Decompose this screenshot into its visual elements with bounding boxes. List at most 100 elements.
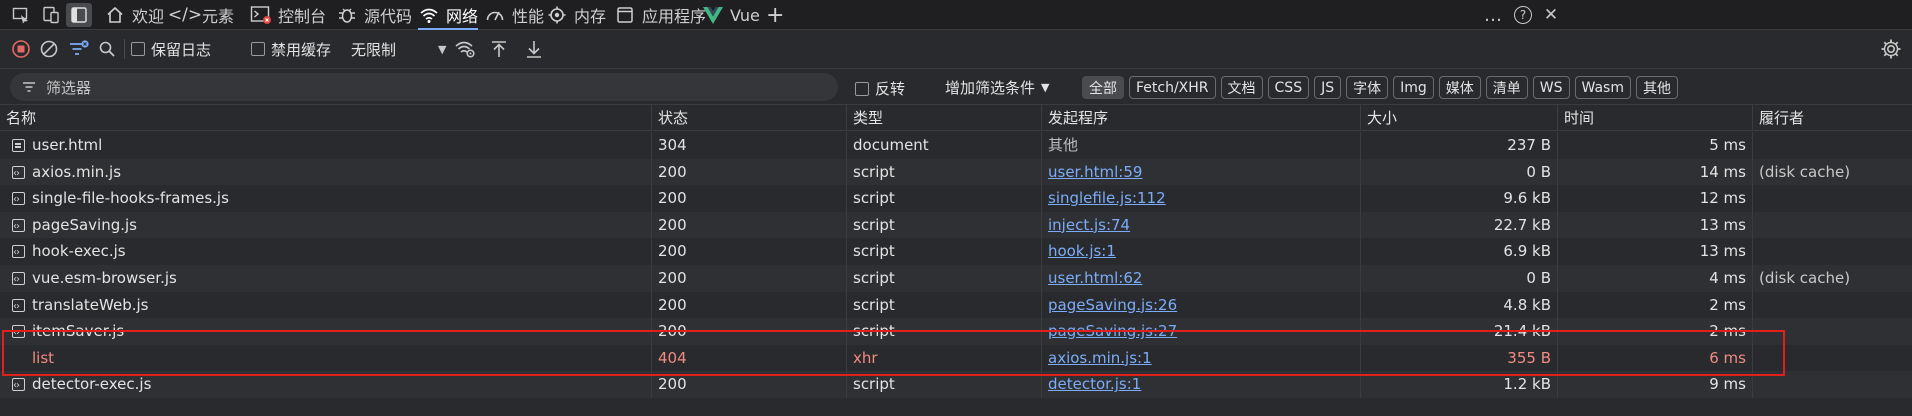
cell-size: 0 B	[1361, 158, 1558, 186]
cell-initiator[interactable]: user.html:62	[1042, 265, 1361, 292]
clear-button[interactable]	[39, 38, 59, 60]
search-button[interactable]	[98, 38, 116, 60]
table-row[interactable]: vue.esm-browser.js 200scriptuser.html:620…	[0, 265, 1912, 292]
filter-chip[interactable]: CSS	[1267, 76, 1310, 99]
tab-sources[interactable]: 源代码	[336, 0, 412, 30]
table-row[interactable]: axios.min.js 200scriptuser.html:590 B14 m…	[0, 158, 1912, 186]
dock-side-icon[interactable]	[66, 3, 92, 27]
column-header-initiator[interactable]: 发起程序	[1042, 105, 1361, 131]
cell-fulfilled: (disk cache)	[1759, 162, 1851, 181]
filter-chip[interactable]: 字体	[1346, 76, 1389, 99]
request-name: user.html	[32, 136, 103, 154]
network-settings-button[interactable]	[1880, 38, 1902, 60]
tab-application[interactable]: 应用程序	[614, 0, 706, 30]
request-name: translateWeb.js	[32, 295, 149, 314]
disable-cache-label: 禁用缓存	[271, 40, 332, 59]
cell-size: 1.2 kB	[1361, 371, 1558, 398]
column-header-status[interactable]: 状态	[652, 105, 847, 131]
filter-chip[interactable]: Fetch/XHR	[1129, 76, 1216, 99]
table-row[interactable]: itemSaver.js 200scriptpageSaving.js:2721.…	[0, 318, 1912, 345]
cell-type: script	[847, 238, 1042, 265]
cell-size: 21.4 kB	[1361, 318, 1558, 345]
throttling-select[interactable]: 无限制 ▼	[351, 38, 446, 60]
filter-chip[interactable]: 清单	[1485, 76, 1528, 99]
network-conditions-button[interactable]	[454, 38, 476, 60]
inspect-element-icon[interactable]	[8, 3, 34, 27]
tab-vue[interactable]: Vue	[702, 0, 760, 30]
disable-cache-checkbox[interactable]: 禁用缓存	[251, 38, 331, 60]
column-header-fulfilled-by[interactable]: 履行者	[1753, 105, 1912, 131]
cell-initiator[interactable]: axios.min.js:1	[1042, 344, 1361, 372]
cell-time: 13 ms	[1558, 238, 1753, 265]
filter-chip[interactable]: 文档	[1220, 76, 1263, 99]
tab-memory[interactable]: 内存	[546, 0, 606, 30]
filter-chip[interactable]: 全部	[1082, 76, 1124, 99]
table-row[interactable]: detector-exec.js 200scriptdetector.js:11.…	[0, 371, 1912, 398]
network-requests-table: 名称 状态 类型 发起程序 大小 时间 履行者 user.html 304 docu…	[0, 105, 1912, 416]
device-toolbar-icon[interactable]	[38, 3, 64, 27]
script-file-icon	[12, 373, 25, 398]
table-row[interactable]: list 404 xhr axios.min.js:1 355 B6 ms	[0, 344, 1912, 372]
filter-chip[interactable]: WS	[1532, 76, 1570, 99]
filter-chip[interactable]: JS	[1314, 76, 1342, 99]
invert-checkbox[interactable]: 反转	[855, 78, 905, 99]
cell-time: 5 ms	[1558, 132, 1753, 159]
tab-label: 欢迎	[132, 7, 165, 26]
home-icon	[104, 4, 126, 26]
cell-name: translateWeb.js	[0, 291, 652, 319]
filter-chip[interactable]: Img	[1393, 76, 1434, 99]
cell-initiator[interactable]: detector.js:1	[1042, 371, 1361, 398]
filter-chip[interactable]: Wasm	[1574, 76, 1631, 99]
tab-welcome[interactable]: 欢迎	[104, 0, 164, 30]
filter-toggle-button[interactable]	[68, 38, 90, 60]
network-toolbar: 保留日志 禁用缓存 无限制 ▼	[0, 30, 1912, 69]
plus-icon: +	[766, 2, 785, 28]
tab-elements[interactable]: </> 元素	[168, 0, 234, 30]
tab-performance[interactable]: 性能	[484, 0, 544, 30]
script-file-icon	[12, 267, 25, 292]
table-row[interactable]: pageSaving.js 200scriptinject.js:7422.7 k…	[0, 211, 1912, 239]
import-har-button[interactable]	[490, 38, 508, 60]
memory-icon	[546, 4, 568, 26]
checkbox-box[interactable]	[251, 42, 265, 56]
more-options-icon[interactable]: …	[1480, 3, 1506, 27]
upload-icon	[492, 41, 506, 57]
cell-size: 4.8 kB	[1361, 291, 1558, 319]
tab-console[interactable]: 控制台	[250, 0, 326, 30]
tab-label: 网络	[446, 7, 479, 26]
record-button[interactable]	[11, 38, 31, 60]
add-tab-button[interactable]: +	[766, 0, 784, 30]
preserve-log-checkbox[interactable]: 保留日志	[131, 38, 211, 60]
help-icon[interactable]: ?	[1510, 3, 1536, 27]
wifi-settings-icon	[455, 41, 475, 58]
cell-initiator[interactable]: singlefile.js:112	[1042, 185, 1361, 212]
table-row[interactable]: translateWeb.js 200scriptpageSaving.js:26…	[0, 291, 1912, 319]
tab-label: 应用程序	[642, 7, 707, 26]
column-header-name[interactable]: 名称	[0, 105, 652, 131]
column-header-time[interactable]: 时间	[1558, 105, 1753, 131]
cell-initiator[interactable]: pageSaving.js:26	[1042, 291, 1361, 319]
add-filter-dropdown[interactable]: 增加筛选条件 ▼	[945, 77, 1049, 98]
filter-input[interactable]: 筛选器	[10, 73, 838, 101]
table-row[interactable]: single-file-hooks-frames.js 200scriptsing…	[0, 185, 1912, 212]
cell-initiator[interactable]: user.html:59	[1042, 158, 1361, 186]
checkbox-box[interactable]	[855, 81, 869, 96]
cell-type: document	[847, 132, 1042, 159]
close-devtools-icon[interactable]: ✕	[1538, 3, 1564, 27]
column-header-size[interactable]: 大小	[1361, 105, 1558, 131]
cell-initiator[interactable]: inject.js:74	[1042, 211, 1361, 239]
bug-icon	[336, 4, 358, 26]
table-row[interactable]: hook-exec.js 200scripthook.js:16.9 kB13 m…	[0, 238, 1912, 265]
cell-name: user.html	[0, 132, 652, 159]
preserve-log-label: 保留日志	[151, 40, 212, 59]
filter-chip[interactable]: 媒体	[1438, 76, 1481, 99]
table-row[interactable]: user.html 304 document 其他 237 B5 ms	[0, 132, 1912, 159]
tab-network[interactable]: 网络	[418, 0, 479, 30]
cell-status: 404	[652, 344, 847, 372]
column-header-type[interactable]: 类型	[847, 105, 1042, 131]
export-har-button[interactable]	[525, 38, 543, 60]
cell-initiator[interactable]: pageSaving.js:27	[1042, 318, 1361, 345]
filter-chip[interactable]: 其他	[1635, 76, 1678, 99]
cell-initiator[interactable]: hook.js:1	[1042, 238, 1361, 265]
checkbox-box[interactable]	[131, 42, 145, 56]
